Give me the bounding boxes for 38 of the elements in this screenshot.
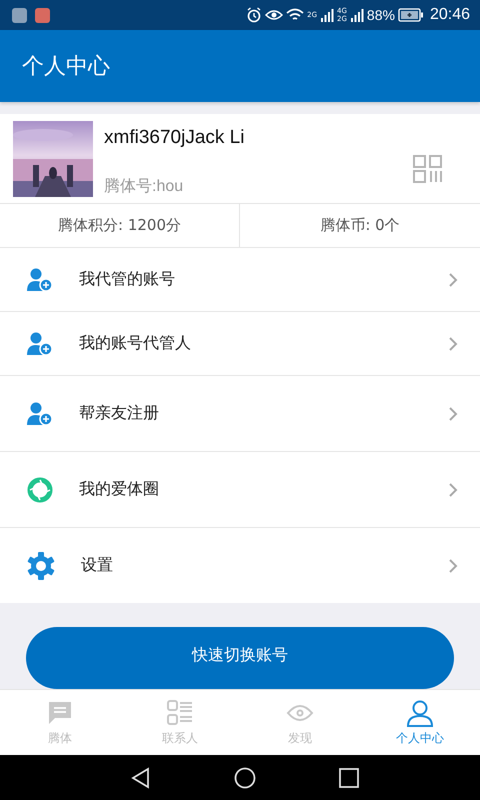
battery-percent: 88%: [366, 7, 395, 23]
menu-item[interactable]: 我代管的账号: [0, 247, 480, 311]
chevron-right-icon: [448, 336, 458, 352]
chevron-right-icon: [448, 272, 458, 288]
add-person-icon: [27, 268, 53, 292]
tab[interactable]: 个人中心: [360, 690, 480, 755]
stat-value: 腾体积分: 1200分: [0, 204, 240, 247]
profile-card[interactable]: xmfi3670jJack Li 腾体号:hou: [0, 114, 480, 204]
signal-icon: [350, 8, 364, 22]
chevron-right-icon: [448, 406, 458, 422]
signal-icon: [320, 8, 334, 22]
recents-icon[interactable]: [338, 766, 360, 788]
add-person-icon: [27, 332, 53, 356]
menu-item[interactable]: 帮亲友注册: [0, 375, 480, 451]
contacts-icon: [166, 698, 194, 726]
add-person-icon: [27, 402, 53, 426]
eye-icon: [265, 8, 284, 22]
page-title: 个人中心: [22, 53, 110, 81]
app-notification-icon: [12, 8, 27, 22]
person-icon: [406, 698, 434, 726]
battery-icon: [398, 8, 424, 22]
account-id: 腾体号:hou: [104, 176, 184, 197]
chevron-right-icon: [448, 558, 458, 574]
menu-item[interactable]: 我的爱体圈: [0, 451, 480, 527]
menu-item[interactable]: 我的账号代管人: [0, 311, 480, 375]
clock-time: 20:46: [430, 6, 470, 24]
home-icon[interactable]: [234, 766, 256, 788]
back-icon[interactable]: [130, 766, 152, 788]
aperture-icon: [27, 476, 53, 502]
stat-value: 腾体币: 0个: [319, 215, 401, 236]
chevron-right-icon: [448, 482, 458, 498]
menu-item[interactable]: 设置: [0, 527, 480, 603]
switch-account-button[interactable]: 快速切换账号: [26, 627, 454, 689]
user-name: xmfi3670jJack Li: [104, 126, 246, 149]
wifi-icon: [286, 8, 304, 22]
alarm-icon: [246, 7, 262, 23]
settings-icon: [27, 552, 55, 580]
app-notification-icon: [35, 8, 50, 22]
